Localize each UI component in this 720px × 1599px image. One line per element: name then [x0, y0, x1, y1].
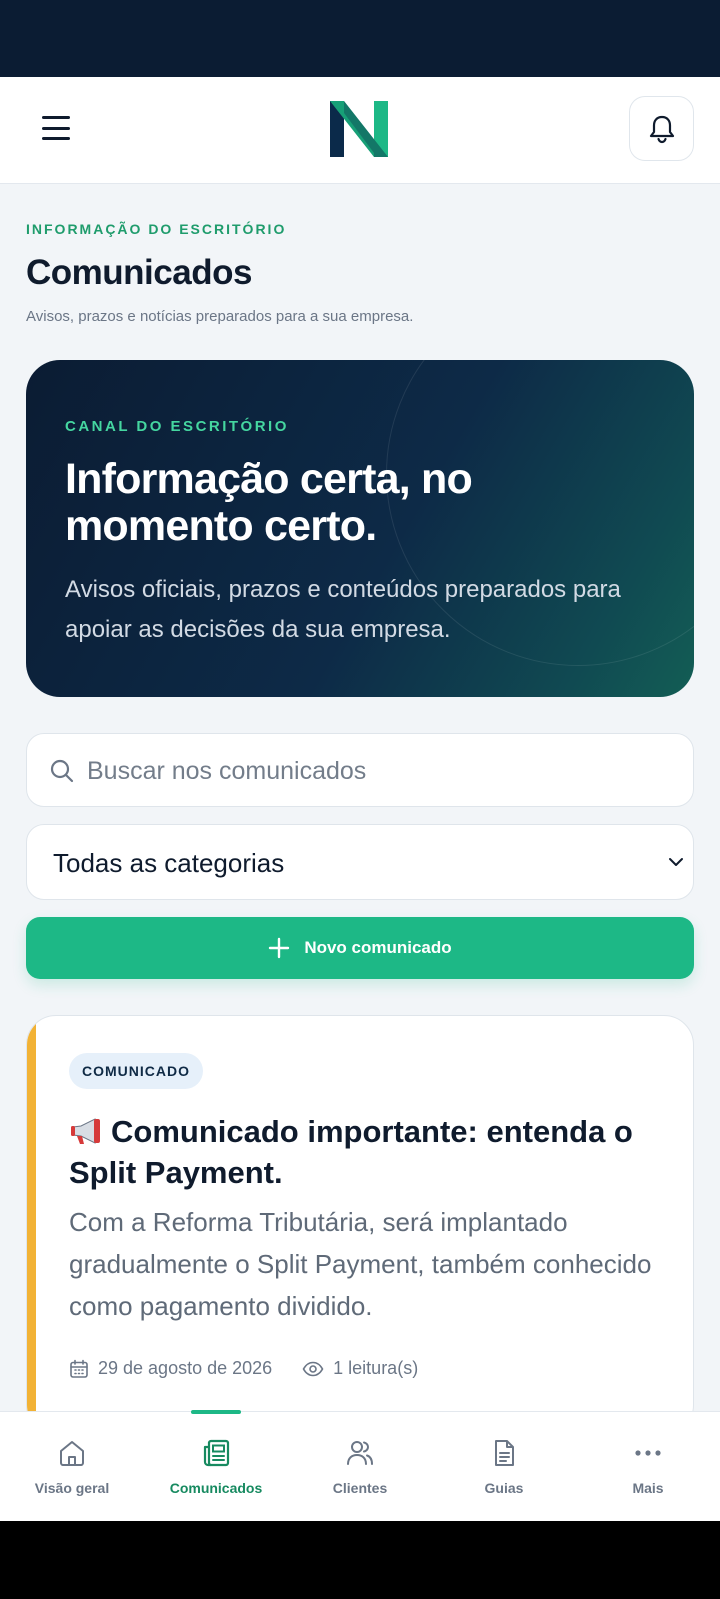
- page-subtitle: Avisos, prazos e notícias preparados par…: [26, 308, 414, 325]
- hero-title: Informação certa, no momento certo.: [65, 455, 473, 550]
- announcement-title-text: Comunicado importante: entenda o Split P…: [69, 1114, 633, 1190]
- search-box[interactable]: [26, 733, 694, 807]
- logo-icon: [330, 101, 388, 157]
- announcement-card[interactable]: COMUNICADO Comunicado importante: entend…: [26, 1015, 694, 1435]
- nav-label: Guias: [484, 1480, 524, 1496]
- hero-text: Avisos oficiais, prazos e conteúdos prep…: [65, 576, 621, 643]
- announcement-excerpt: Com a Reforma Tributária, será implantad…: [69, 1207, 652, 1321]
- category-badge: COMUNICADO: [69, 1053, 203, 1089]
- announcement-reads: 1 leitura(s): [333, 1358, 419, 1378]
- document-icon: [495, 1440, 514, 1466]
- announcement-meta: 29 de agosto de 2026 1 leitura(s): [69, 1358, 448, 1379]
- nav-label: Mais: [632, 1480, 664, 1496]
- nav-item-visao-geral[interactable]: Visão geral: [0, 1412, 144, 1522]
- more-icon: [635, 1450, 661, 1456]
- home-icon: [60, 1441, 84, 1466]
- nav-item-guias[interactable]: Guias: [432, 1412, 576, 1522]
- app-header: [0, 77, 720, 184]
- reads-meta: 1 leitura(s): [302, 1358, 418, 1379]
- search-icon: [50, 759, 74, 783]
- chevron-down-icon: [669, 858, 683, 866]
- section-eyebrow: INFORMAÇÃO DO ESCRITÓRIO: [26, 221, 287, 237]
- menu-icon-line: [42, 116, 70, 119]
- plus-icon: [269, 937, 290, 959]
- page-title: Comunicados: [26, 253, 252, 292]
- newspaper-icon: [203, 1439, 230, 1467]
- nav-item-clientes[interactable]: Clientes: [288, 1412, 432, 1522]
- eye-icon: [302, 1361, 324, 1376]
- nav-item-mais[interactable]: Mais: [576, 1412, 720, 1522]
- date-meta: 29 de agosto de 2026: [69, 1358, 272, 1379]
- nav-label: Clientes: [332, 1480, 388, 1496]
- new-announcement-label: Novo comunicado: [304, 938, 452, 957]
- hero-eyebrow: CANAL DO ESCRITÓRIO: [65, 418, 289, 435]
- menu-button[interactable]: [38, 113, 74, 143]
- category-select[interactable]: Todas as categorias: [26, 824, 694, 900]
- users-icon: [347, 1441, 373, 1465]
- announcement-title: Comunicado importante: entenda o Split P…: [69, 1111, 669, 1193]
- hero-banner: CANAL DO ESCRITÓRIO Informação certa, no…: [26, 360, 694, 697]
- nav-label: Visão geral: [34, 1480, 110, 1496]
- category-selected-value: Todas as categorias: [53, 848, 285, 878]
- announcement-date: 29 de agosto de 2026: [98, 1358, 273, 1378]
- nav-item-comunicados[interactable]: Comunicados: [144, 1412, 288, 1522]
- bell-icon: [649, 115, 674, 143]
- calendar-icon: [70, 1359, 88, 1378]
- notifications-button[interactable]: [629, 96, 694, 161]
- new-announcement-button[interactable]: Novo comunicado: [26, 917, 694, 979]
- bottom-navigation: Visão geral Comunicados Clientes Guias M…: [0, 1410, 720, 1522]
- megaphone-icon: [71, 1118, 100, 1144]
- menu-icon-line: [42, 137, 70, 140]
- status-bar: [0, 0, 720, 77]
- system-navigation-bar: [0, 1521, 720, 1599]
- search-input[interactable]: [87, 748, 677, 794]
- card-accent-bar: [27, 1016, 36, 1434]
- menu-icon-line: [42, 126, 70, 130]
- nav-label: Comunicados: [169, 1480, 263, 1496]
